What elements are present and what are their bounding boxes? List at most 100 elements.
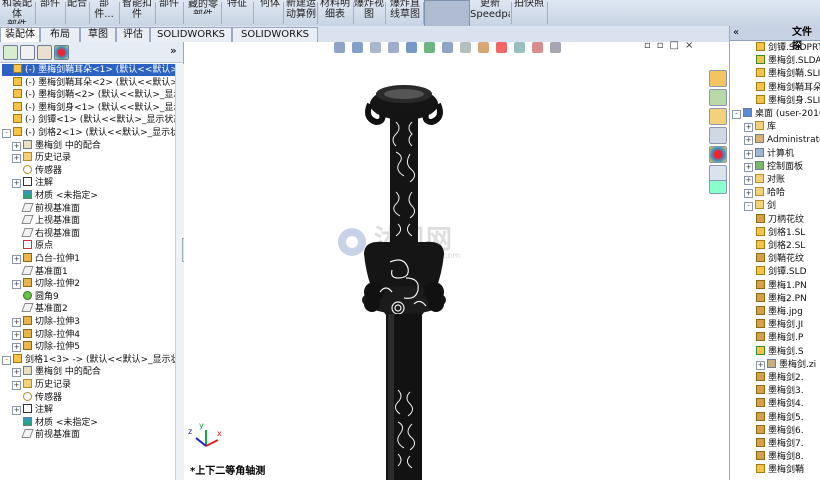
file-item[interactable]: 墨梅剑2. [756, 372, 804, 384]
expand-toggle-icon[interactable]: + [744, 123, 753, 133]
file-item[interactable]: 墨梅1.PN [756, 279, 807, 292]
expand-toggle-icon[interactable]: + [12, 343, 21, 353]
expand-toggle-icon[interactable]: + [12, 280, 21, 290]
file-explorer-tab-icon[interactable] [709, 108, 727, 125]
file-item[interactable]: 剑镡.SLDPRT [756, 42, 820, 54]
tree-item[interactable]: 右视基准面 [12, 227, 80, 240]
tree-item[interactable]: (-) 墨梅剑鞘耳朵<2> (默认<<默认>_显 [2, 76, 175, 89]
expand-toggle-icon[interactable]: + [12, 179, 21, 189]
file-item[interactable]: 墨梅.jpg [756, 306, 803, 318]
tab-2[interactable]: 草图 [80, 27, 116, 42]
tree-item[interactable]: + 墨梅剑 中的配合 [12, 366, 101, 378]
tab-5[interactable]: SOLIDWORKS MBD [232, 27, 318, 54]
tab-0[interactable]: 装配体 [0, 27, 40, 42]
tree-item[interactable]: 材质 <未指定> [12, 190, 98, 202]
file-item[interactable]: 墨梅剑.SLDA [756, 55, 820, 67]
panel-expand-icon[interactable]: » [170, 44, 177, 57]
ribbon-button-14[interactable]: 更新 Speedpak [470, 0, 510, 24]
view-palette-tab-icon[interactable] [709, 127, 727, 144]
file-item[interactable]: 墨梅剑鞘.SLI [756, 68, 820, 80]
solidworks-forum-tab-icon[interactable] [709, 180, 727, 194]
ribbon-button-15[interactable]: 拍快照 [512, 0, 546, 24]
tree-item[interactable]: + 墨梅剑 中的配合 [12, 139, 101, 152]
ribbon-button-0[interactable]: 和装配体 部件 [0, 0, 34, 24]
configuration-manager-icon[interactable] [37, 45, 52, 60]
expand-toggle-icon[interactable]: + [12, 141, 21, 151]
expand-toggle-icon[interactable]: + [744, 136, 753, 146]
file-item[interactable]: 墨梅剑鞘 [756, 464, 804, 476]
expand-toggle-icon[interactable]: + [744, 162, 753, 172]
file-item[interactable]: 剑鞘花纹 [756, 253, 804, 265]
ribbon-button-3[interactable]: 部件... [90, 0, 118, 24]
expand-toggle-icon[interactable]: + [12, 255, 21, 264]
file-item[interactable]: + 墨梅剑.zi [756, 358, 816, 371]
collapse-pane-icon[interactable]: « [733, 26, 739, 40]
file-item[interactable]: -剑 [744, 200, 776, 212]
expand-toggle-icon[interactable]: + [12, 381, 21, 390]
tree-scrollbar[interactable] [175, 64, 184, 480]
file-item[interactable]: 墨梅剑5. [756, 411, 804, 424]
file-item[interactable]: + 库 [744, 121, 776, 133]
tree-item[interactable]: (-) 墨梅剑鞘<2> (默认<<默认>_显示状 [2, 89, 175, 101]
expand-toggle-icon[interactable]: - [2, 129, 11, 138]
tree-item[interactable]: 前视基准面 [12, 429, 80, 441]
tree-item[interactable]: 上视基准面 [12, 215, 80, 227]
expand-toggle-icon[interactable]: + [12, 154, 21, 164]
library-tab-icon[interactable] [709, 89, 727, 106]
file-item[interactable]: + 哈哈 [744, 187, 785, 199]
expand-toggle-icon[interactable]: + [12, 406, 21, 416]
file-item[interactable]: + 对账 [744, 174, 785, 186]
ribbon-button-12[interactable]: 爆炸直 线草图 [388, 0, 422, 24]
tree-item[interactable]: - (-) 剑格2<1> (默认<<默认>_显示状态 [2, 127, 175, 139]
expand-toggle-icon[interactable]: + [12, 368, 21, 378]
display-manager-icon[interactable] [54, 45, 69, 60]
file-item[interactable]: 墨梅剑.P [756, 332, 803, 344]
tree-item[interactable]: 传感器 [12, 391, 62, 404]
ribbon-button-7[interactable]: 特征 [222, 0, 252, 24]
tab-4[interactable]: SOLIDWORKS 插件 [150, 27, 232, 54]
tree-item[interactable]: (-) 墨梅剑身<1> (默认<<默认>_显示状 [2, 101, 175, 114]
file-item[interactable]: 墨梅剑鞘耳朵 [756, 81, 820, 94]
appearances-tab-icon[interactable] [709, 146, 727, 163]
file-item[interactable]: 剑格1.SL [756, 226, 805, 239]
tree-item[interactable]: 圆角9 [12, 290, 59, 303]
file-item[interactable]: - 桌面 (user-2016 [732, 108, 820, 120]
ribbon-button-11[interactable]: 爆炸视 图 [354, 0, 384, 24]
tree-item[interactable]: (-) 墨梅剑鞘耳朵<1> (默认<<默认>_显 [2, 64, 175, 76]
file-item[interactable]: + Administrato [744, 134, 820, 146]
tree-item[interactable]: 材质 <未指定> [12, 416, 98, 429]
tree-item[interactable]: 传感器 [12, 164, 62, 177]
tree-item[interactable]: + 切除-拉伸3 [12, 316, 80, 328]
expand-toggle-icon[interactable]: + [744, 176, 753, 185]
file-item[interactable]: 剑镡.SLD [756, 266, 807, 278]
viewport-window-buttons[interactable]: ▫▫□× [644, 40, 699, 51]
ribbon-button-2[interactable]: 配合 [66, 0, 88, 24]
expand-toggle-icon[interactable]: + [756, 360, 765, 370]
expand-toggle-icon[interactable]: + [744, 189, 753, 199]
tree-item[interactable]: 基准面2 [12, 303, 68, 315]
file-item[interactable]: 墨梅剑8. [756, 451, 804, 463]
tree-item[interactable]: + 注解 [12, 404, 53, 416]
feature-manager-icon[interactable] [3, 45, 18, 60]
file-item[interactable]: 墨梅剑3. [756, 385, 804, 397]
tree-item[interactable]: + 历史记录 [12, 152, 71, 164]
file-item[interactable]: 墨梅剑7. [756, 438, 804, 450]
property-manager-icon[interactable] [20, 45, 35, 60]
ribbon-button-4[interactable]: 智能扣 件 [120, 0, 154, 24]
ribbon-button-5[interactable]: 部件 [156, 0, 182, 24]
tree-item[interactable]: + 历史记录 [12, 379, 71, 391]
file-item[interactable]: + 计算机 [744, 147, 794, 160]
tree-item[interactable]: (-) 剑镡<1> (默认<<默认>_显示状态 1 [2, 114, 175, 126]
expand-toggle-icon[interactable]: - [2, 355, 11, 365]
file-item[interactable]: 墨梅剑身.SLI [756, 94, 820, 107]
ribbon-button-10[interactable]: 材料明 细表 [318, 0, 352, 24]
ribbon-button-6[interactable]: 显示隐 藏的零 部件 [186, 0, 220, 14]
tree-item[interactable]: + 切除-拉伸5 [12, 341, 80, 353]
file-item[interactable]: 墨梅剑4. [756, 398, 804, 410]
expand-toggle-icon[interactable]: + [12, 330, 21, 340]
tab-1[interactable]: 布局 [40, 27, 80, 42]
expand-toggle-icon[interactable]: - [744, 202, 753, 212]
ribbon-button-8[interactable]: 何体 [258, 0, 282, 24]
expand-toggle-icon[interactable]: - [732, 110, 741, 119]
file-item[interactable]: 墨梅2.PN [756, 292, 807, 305]
